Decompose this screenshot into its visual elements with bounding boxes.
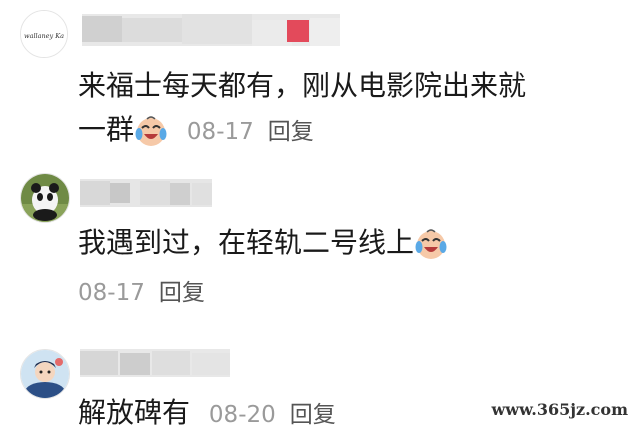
comment-item: 我遇到过，在轻轨二号线上 08-17 回复	[0, 165, 640, 325]
comment-meta: 08-17 回复	[187, 119, 314, 145]
comment-item: wallaney Ka 来福士每天都有，刚从电影院出来就 一群 08-17 回复	[0, 0, 640, 160]
reply-button[interactable]: 回复	[290, 402, 336, 428]
user-avatar[interactable]: wallaney Ka	[20, 10, 68, 58]
username-blurred[interactable]	[80, 177, 212, 209]
crying-laughing-emoji-icon	[134, 114, 168, 148]
comment-text-continued: 一群	[78, 113, 135, 146]
comment-text-row: 解放碑有 08-20 回复	[78, 393, 336, 435]
brand-logo-avatar-icon: wallaney Ka	[21, 11, 67, 57]
crying-laughing-emoji-icon	[414, 227, 448, 261]
comment-text-row: 我遇到过，在轻轨二号线上	[78, 223, 448, 263]
comment-text: 解放碑有	[78, 396, 191, 429]
reply-button[interactable]: 回复	[268, 119, 314, 145]
avatar-logo-text: wallaney Ka	[24, 32, 64, 40]
comment-date: 08-17	[78, 280, 145, 306]
cartoon-avatar-icon	[21, 350, 69, 398]
reply-button[interactable]: 回复	[159, 280, 205, 306]
username-blurred[interactable]	[82, 8, 340, 52]
site-watermark: www.365jz.com	[487, 400, 632, 419]
comment-text: 来福士每天都有，刚从电影院出来就	[78, 69, 527, 102]
user-avatar[interactable]	[20, 349, 70, 399]
user-avatar[interactable]	[20, 173, 70, 223]
comment-date: 08-20	[208, 402, 276, 428]
comment-meta: 08-17 回复	[78, 273, 205, 313]
username-blurred[interactable]	[80, 347, 230, 379]
panda-avatar-icon	[21, 174, 69, 222]
comment-meta: 08-20 回复	[209, 402, 336, 428]
comment-date: 08-17	[186, 119, 254, 145]
comment-text-line2: 一群 08-17 回复	[78, 110, 314, 152]
comment-text: 我遇到过，在轻轨二号线上	[78, 226, 415, 259]
